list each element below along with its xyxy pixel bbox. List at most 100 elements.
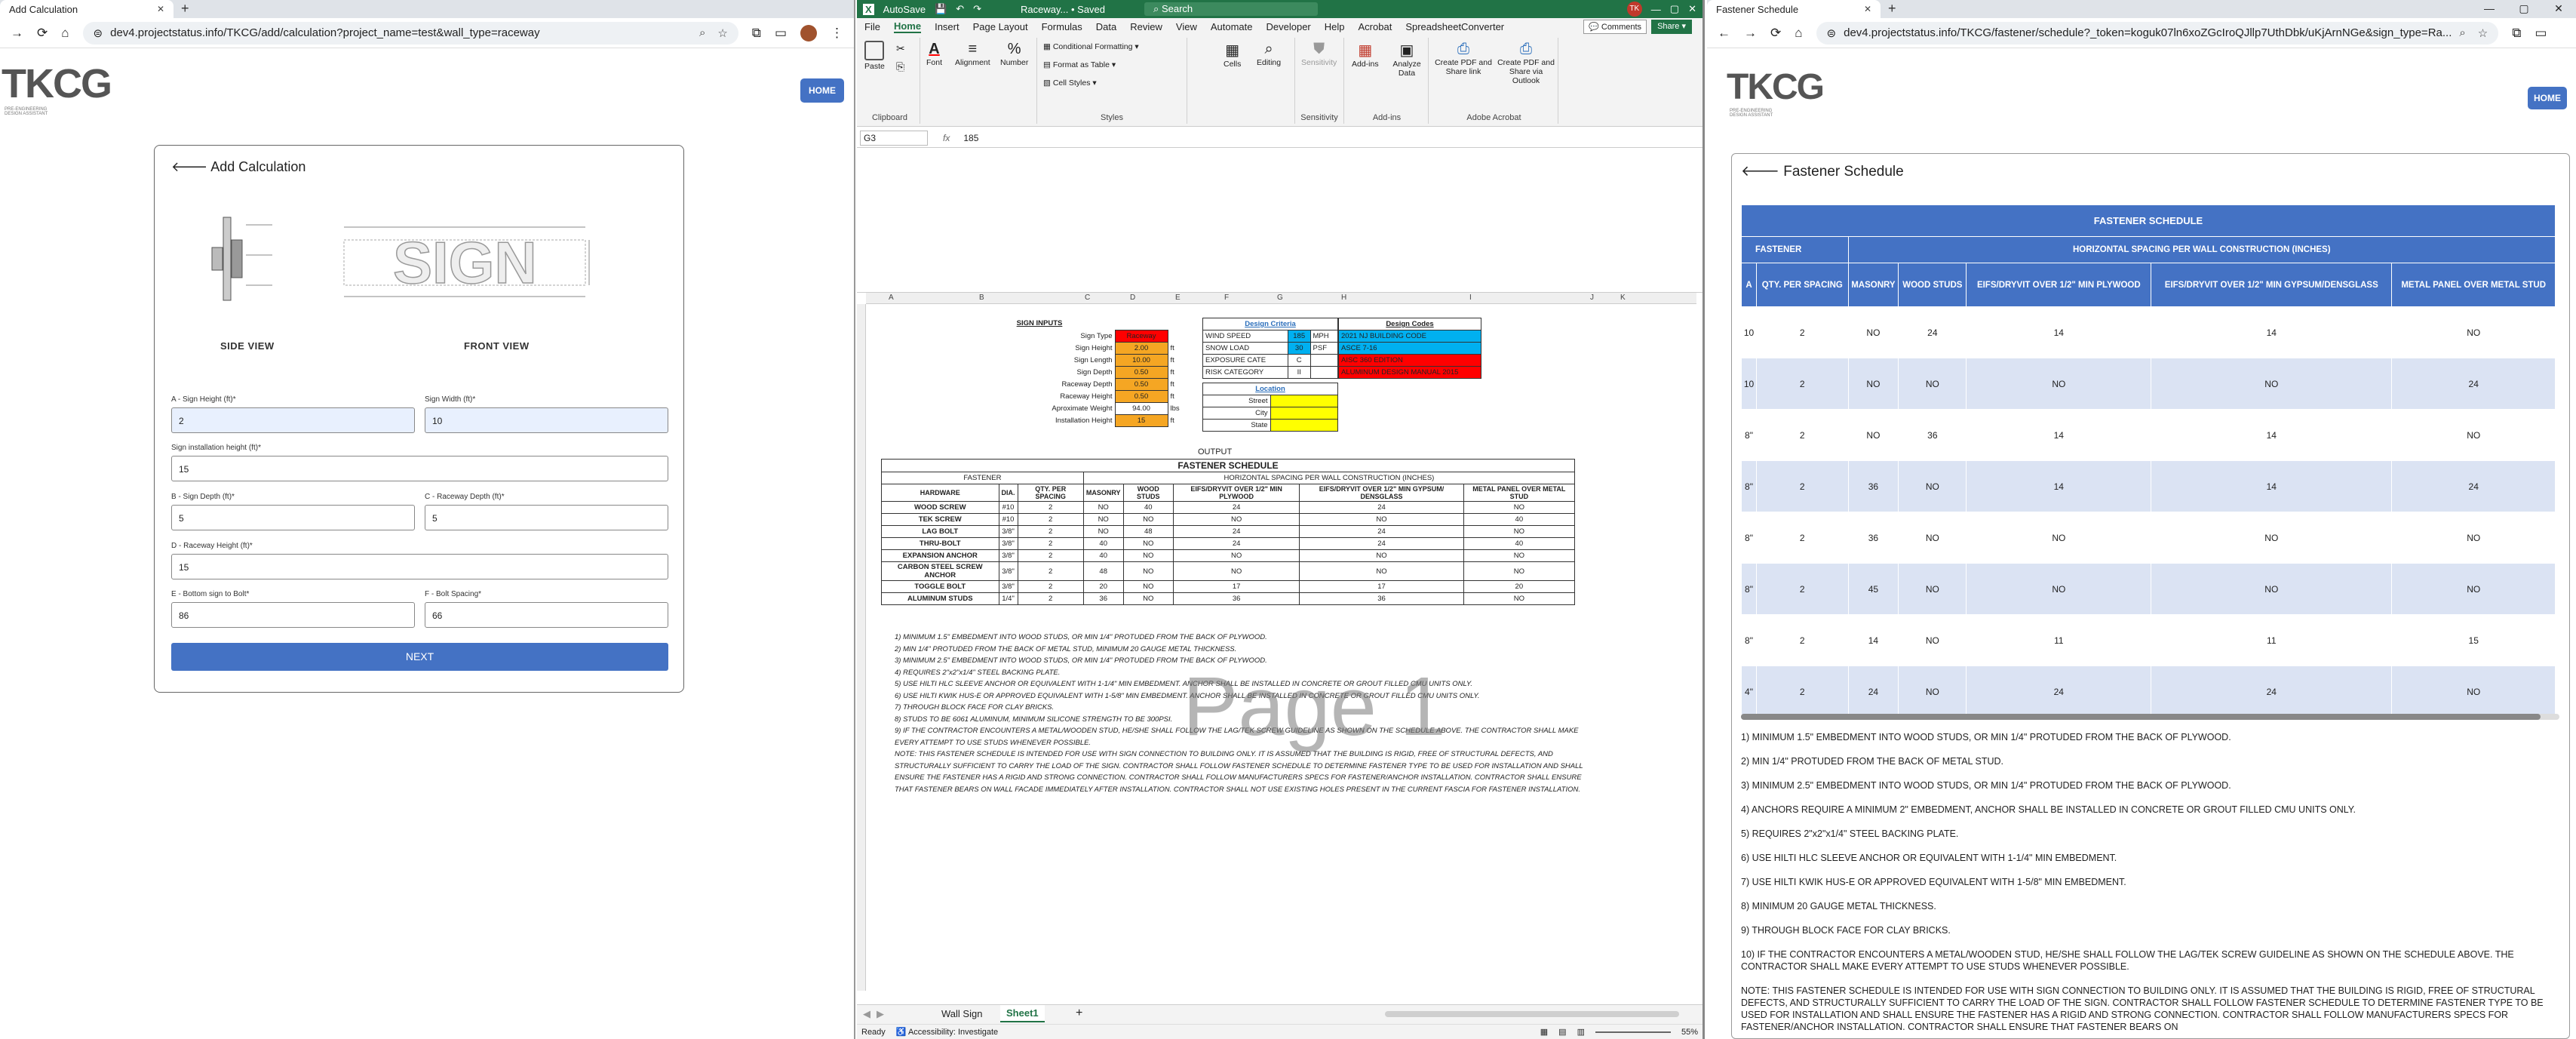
paste-button[interactable]: Paste: [864, 41, 885, 71]
column-header[interactable]: K: [1620, 294, 1626, 302]
ribbon-tab-review[interactable]: Review: [1130, 21, 1162, 32]
design-code[interactable]: AISC 360 EDITION: [1338, 354, 1481, 367]
home-button[interactable]: HOME: [2528, 87, 2567, 109]
sign-height-input[interactable]: 2: [171, 407, 415, 433]
ribbon-tab-automate[interactable]: Automate: [1211, 21, 1253, 32]
site-info-icon[interactable]: ⊜: [94, 26, 103, 40]
design-code[interactable]: 2021 NJ BUILDING CODE: [1338, 330, 1481, 343]
schedule-cell[interactable]: NO: [1122, 513, 1174, 526]
ribbon-tab-file[interactable]: File: [864, 21, 880, 32]
bookmark-star-icon[interactable]: ☆: [2478, 26, 2488, 40]
home-button[interactable]: HOME: [800, 78, 844, 103]
close-icon[interactable]: ✕: [1864, 4, 1871, 14]
schedule-cell[interactable]: 40: [1463, 513, 1576, 526]
schedule-cell[interactable]: NO: [1122, 537, 1174, 550]
schedule-cell[interactable]: NO: [1122, 549, 1174, 562]
column-header[interactable]: J: [1590, 294, 1594, 302]
ribbon-tab-insert[interactable]: Insert: [935, 21, 959, 32]
extensions-icon[interactable]: ⧉: [2512, 26, 2521, 41]
schedule-cell[interactable]: 1/4": [998, 592, 1018, 605]
schedule-cell[interactable]: 17: [1299, 580, 1464, 593]
schedule-cell[interactable]: NO: [1299, 549, 1464, 562]
sheet-tab-wall-sign[interactable]: Wall Sign: [941, 1008, 982, 1019]
schedule-cell[interactable]: NO: [1463, 592, 1576, 605]
schedule-cell[interactable]: 2: [1017, 525, 1084, 538]
sidebar-icon[interactable]: ▭: [2535, 26, 2547, 41]
tkcg-logo[interactable]: TKCG: [1727, 66, 1825, 108]
column-header[interactable]: B: [979, 294, 984, 302]
next-button[interactable]: NEXT: [171, 643, 668, 671]
cell-styles-button[interactable]: ▧ Cell Styles ▾: [1043, 78, 1097, 88]
close-icon[interactable]: ✕: [1688, 3, 1696, 15]
location-value[interactable]: [1270, 395, 1338, 407]
schedule-cell[interactable]: 20: [1463, 580, 1576, 593]
reload-icon[interactable]: ⟳: [1770, 26, 1781, 41]
minimize-icon[interactable]: —: [2472, 0, 2507, 17]
name-box[interactable]: G3: [860, 130, 928, 146]
schedule-cell[interactable]: 3/8": [998, 561, 1018, 581]
schedule-cell[interactable]: 24: [1172, 525, 1300, 538]
schedule-cell[interactable]: 2: [1017, 580, 1084, 593]
column-header[interactable]: I: [1469, 294, 1472, 302]
alignment-button[interactable]: ≡ Alignment: [955, 41, 990, 67]
schedule-cell[interactable]: NO: [1463, 525, 1576, 538]
raceway-height-input[interactable]: 15: [171, 554, 668, 579]
maximize-icon[interactable]: ▢: [2507, 0, 2541, 17]
home-icon[interactable]: ⌂: [1795, 26, 1802, 41]
ribbon-tab-developer[interactable]: Developer: [1267, 21, 1311, 32]
format-as-table-button[interactable]: ▤ Format as Table ▾: [1043, 60, 1116, 69]
fx-icon[interactable]: fx: [943, 133, 950, 143]
schedule-cell[interactable]: NO: [1122, 592, 1174, 605]
column-header[interactable]: F: [1224, 294, 1229, 302]
sign-input-value[interactable]: 94.00: [1114, 401, 1168, 415]
conditional-formatting-button[interactable]: ▦ Conditional Formatting ▾: [1043, 42, 1139, 51]
sign-input-value[interactable]: Raceway: [1114, 329, 1168, 343]
url-bar[interactable]: ⊜ dev4.projectstatus.info/TKCG/fastener/…: [1816, 21, 2499, 45]
page-break-icon[interactable]: ▥: [1577, 1027, 1585, 1037]
bookmark-star-icon[interactable]: ☆: [717, 26, 727, 40]
close-icon[interactable]: ✕: [157, 4, 164, 14]
location-value[interactable]: [1270, 419, 1338, 432]
zoom-icon[interactable]: ⌕: [699, 26, 705, 40]
sign-depth-input[interactable]: 5: [171, 505, 415, 530]
horizontal-scrollbar[interactable]: [1385, 1011, 1679, 1017]
comments-button[interactable]: 💬 Comments: [1583, 20, 1647, 34]
forward-icon[interactable]: →: [1744, 26, 1757, 41]
ribbon-tab-acrobat[interactable]: Acrobat: [1359, 21, 1392, 32]
extensions-icon[interactable]: ⧉: [752, 26, 761, 41]
ribbon-tab-home[interactable]: Home: [893, 20, 922, 33]
schedule-cell[interactable]: NO: [1082, 525, 1124, 538]
schedule-cell[interactable]: 48: [1082, 561, 1124, 581]
schedule-cell[interactable]: NO: [1172, 561, 1300, 581]
sign-input-value[interactable]: 15: [1114, 413, 1168, 427]
schedule-cell[interactable]: 17: [1172, 580, 1300, 593]
column-header[interactable]: H: [1341, 294, 1346, 302]
schedule-cell[interactable]: 24: [1172, 537, 1300, 550]
column-header[interactable]: D: [1130, 294, 1135, 302]
schedule-cell[interactable]: NO: [1172, 513, 1300, 526]
tab-add-calculation[interactable]: Add Calculation ✕: [0, 0, 173, 18]
sign-input-value[interactable]: 0.50: [1114, 365, 1168, 379]
formula-input[interactable]: 185: [963, 133, 978, 143]
ribbon-tab-help[interactable]: Help: [1325, 21, 1345, 32]
prev-sheet-icon[interactable]: ◀: [863, 1008, 870, 1020]
raceway-depth-input[interactable]: 5: [425, 505, 668, 530]
schedule-cell[interactable]: NO: [1122, 580, 1174, 593]
schedule-cell[interactable]: TEK SCREW: [881, 513, 999, 526]
tkcg-logo[interactable]: TKCG: [2, 60, 112, 107]
bolt-spacing-input[interactable]: 66: [425, 602, 668, 628]
forward-icon[interactable]: →: [11, 26, 23, 41]
normal-view-icon[interactable]: ▦: [1540, 1027, 1548, 1037]
home-icon[interactable]: ⌂: [61, 26, 69, 41]
criteria-value[interactable]: 185: [1287, 330, 1311, 343]
ribbon-tab-data[interactable]: Data: [1096, 21, 1116, 32]
maximize-icon[interactable]: ▢: [1670, 3, 1679, 15]
editing-button[interactable]: ⌕ Editing: [1257, 41, 1281, 67]
schedule-cell[interactable]: 2: [1017, 501, 1084, 514]
new-tab-button[interactable]: +: [181, 1, 189, 18]
cells-button[interactable]: ▦ Cells: [1224, 41, 1241, 69]
redo-icon[interactable]: ↷: [973, 3, 981, 15]
schedule-cell[interactable]: 2: [1017, 513, 1084, 526]
schedule-cell[interactable]: 36: [1082, 592, 1124, 605]
undo-icon[interactable]: ↶: [956, 3, 964, 15]
